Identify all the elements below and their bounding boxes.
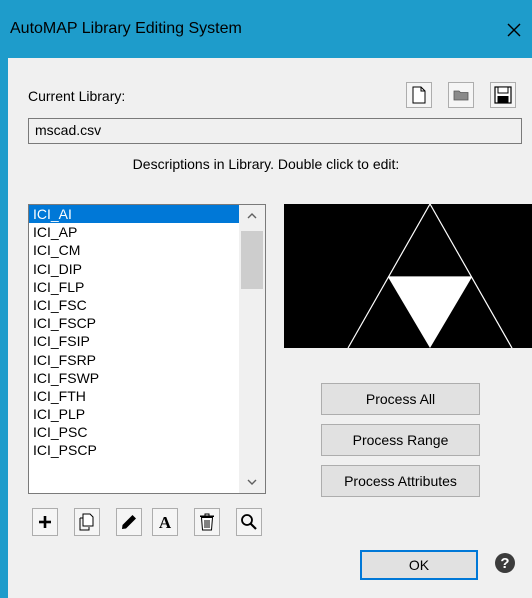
list-item[interactable]: ICI_FSIP xyxy=(29,332,239,350)
open-library-button[interactable] xyxy=(448,82,474,108)
list-item[interactable]: ICI_DIP xyxy=(29,260,239,278)
list-item[interactable]: ICI_PSCP xyxy=(29,441,239,459)
current-library-field: mscad.csv xyxy=(28,118,522,144)
save-library-button[interactable] xyxy=(490,82,516,108)
list-item[interactable]: ICI_FSCP xyxy=(29,314,239,332)
window-border xyxy=(0,58,8,598)
list-item[interactable]: ICI_AI xyxy=(29,205,239,224)
close-button[interactable] xyxy=(496,10,532,50)
window-title: AutoMAP Library Editing System xyxy=(10,20,242,37)
save-icon xyxy=(494,86,512,104)
scroll-up-button[interactable] xyxy=(239,205,265,227)
svg-text:?: ? xyxy=(500,555,509,572)
chevron-down-icon xyxy=(247,479,257,485)
list-item[interactable]: ICI_FTH xyxy=(29,387,239,405)
text-attribute-icon: A xyxy=(159,513,172,531)
process-all-button[interactable]: Process All xyxy=(321,383,480,415)
process-range-button[interactable]: Process Range xyxy=(321,424,480,456)
edit-pencil-icon xyxy=(122,515,136,529)
descriptions-listbox[interactable]: ICI_AI ICI_AP ICI_CM ICI_DIP ICI_FLP ICI… xyxy=(28,204,266,494)
ok-button[interactable]: OK xyxy=(360,550,478,580)
current-library-label: Current Library: xyxy=(28,88,126,104)
list-item[interactable]: ICI_AP xyxy=(29,223,239,241)
list-scrollbar[interactable] xyxy=(239,205,265,493)
scroll-thumb[interactable] xyxy=(241,231,263,289)
new-library-button[interactable] xyxy=(406,82,432,108)
symbol-preview xyxy=(284,204,532,348)
list-item[interactable]: ICI_FSWP xyxy=(29,369,239,387)
delete-button[interactable] xyxy=(194,508,220,536)
list-item[interactable]: ICI_CM xyxy=(29,241,239,259)
title-bar: AutoMAP Library Editing System xyxy=(0,0,532,58)
search-button[interactable] xyxy=(236,508,262,536)
edit-button[interactable] xyxy=(116,508,142,536)
new-file-icon xyxy=(412,86,426,104)
symbol-preview-drawing xyxy=(347,204,513,348)
delete-trash-icon xyxy=(200,513,214,531)
close-icon xyxy=(507,23,521,37)
list-item[interactable]: ICI_PLP xyxy=(29,405,239,423)
copy-icon xyxy=(79,513,94,531)
list-item[interactable]: ICI_FLP xyxy=(29,278,239,296)
help-icon: ? xyxy=(495,553,515,573)
svg-text:A: A xyxy=(159,513,172,531)
help-button[interactable]: ? xyxy=(492,550,518,576)
process-attributes-button[interactable]: Process Attributes xyxy=(321,465,480,497)
search-icon xyxy=(241,514,257,530)
scroll-down-button[interactable] xyxy=(239,471,265,493)
descriptions-instruction: Descriptions in Library. Double click to… xyxy=(132,156,400,172)
add-icon xyxy=(39,516,51,528)
list-item[interactable]: ICI_FSC xyxy=(29,296,239,314)
list-item[interactable]: ICI_PSC xyxy=(29,423,239,441)
add-button[interactable] xyxy=(32,508,58,536)
copy-button[interactable] xyxy=(74,508,100,536)
open-folder-icon xyxy=(453,90,469,101)
text-attribute-button[interactable]: A xyxy=(152,508,178,536)
chevron-up-icon xyxy=(247,213,257,219)
list-item[interactable]: ICI_FSRP xyxy=(29,351,239,369)
